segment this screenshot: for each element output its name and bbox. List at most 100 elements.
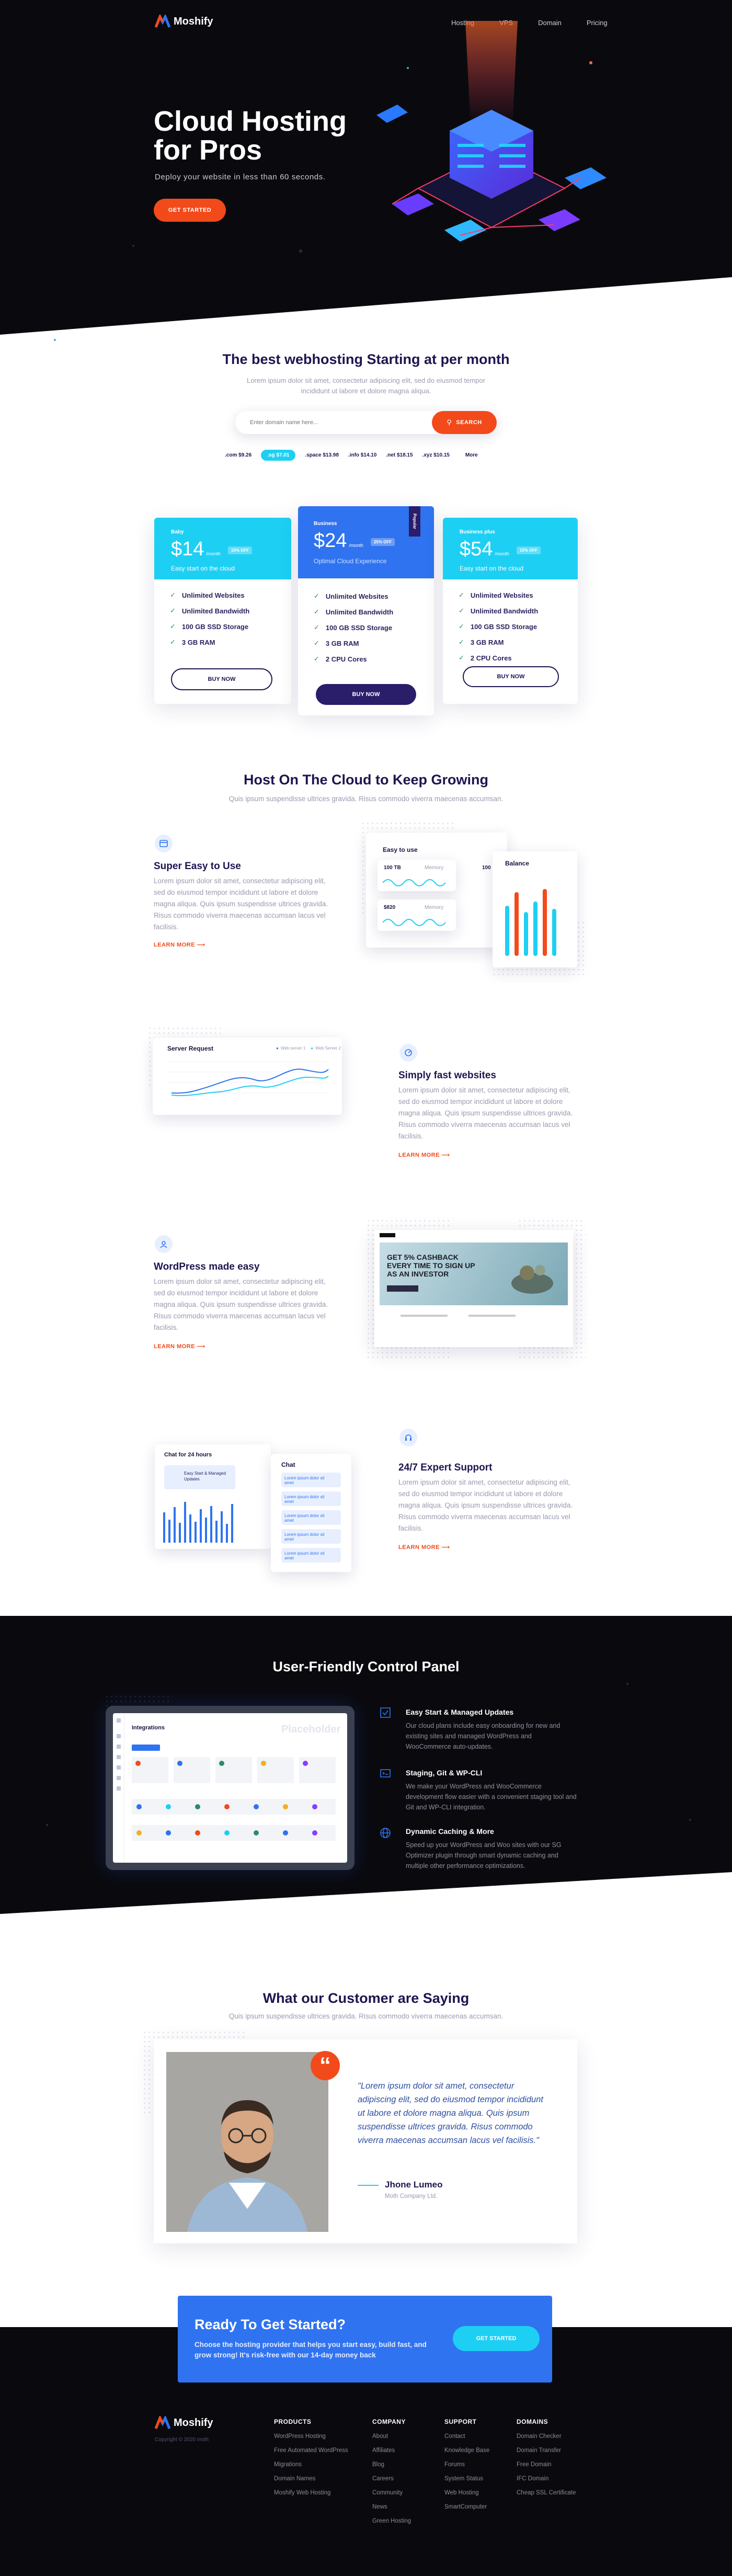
footer-col-heading: PRODUCTS xyxy=(274,2418,312,2425)
footer-link[interactable]: Affiliates xyxy=(372,2444,411,2458)
arrow-right-icon: ⟶ xyxy=(197,942,205,948)
chat-message: Lorem ipsum dolor sit amet xyxy=(281,1491,341,1506)
feature-item: ✓ 3 GB RAM xyxy=(459,638,562,646)
balance-title: Balance xyxy=(505,860,530,867)
chat-message: Lorem ipsum dolor sit amet xyxy=(281,1548,341,1563)
plan-price: $14 xyxy=(171,538,204,560)
tld-price-list: .com $9.26 .sg $7.01 .space $13.98 .info… xyxy=(225,450,478,461)
footer-col-company: COMPANY About Affiliates Blog Careers Co… xyxy=(372,2418,411,2528)
cp-item-title: Easy Start & Managed Updates xyxy=(406,1708,514,1716)
buy-now-button[interactable]: BUY NOW xyxy=(316,684,416,705)
memory-sparkline xyxy=(383,879,446,886)
footer-link[interactable]: Careers xyxy=(372,2472,411,2486)
learn-more-link[interactable]: LEARN MORE ⟶ xyxy=(154,1343,205,1350)
domain-section-title: The best webhosting Starting at per mont… xyxy=(222,351,510,367)
chat-title: Chat xyxy=(281,1461,295,1468)
dashboard-screen: Integrations Placeholder xyxy=(113,1713,347,1863)
memory-value: 100 TB xyxy=(384,865,401,871)
domain-search-button[interactable]: ⚲ SEARCH xyxy=(432,411,497,434)
plan-name: Business plus xyxy=(460,529,495,535)
learn-more-label: LEARN MORE xyxy=(398,1544,440,1551)
server-request-line-chart xyxy=(166,1061,329,1097)
footer-link[interactable]: System Status xyxy=(444,2472,489,2486)
legend-label-1: Web server 1 xyxy=(280,1046,306,1051)
footer-link[interactable]: SmartComputer xyxy=(444,2500,489,2514)
footer-link[interactable]: About xyxy=(372,2430,411,2444)
learn-more-label: LEARN MORE xyxy=(154,1343,195,1350)
footer-link[interactable]: Domain Names xyxy=(274,2472,348,2486)
tld-more[interactable]: More xyxy=(465,452,478,458)
discount-badge: 15% OFF xyxy=(516,546,541,554)
learn-more-link[interactable]: LEARN MORE ⟶ xyxy=(154,941,205,948)
footer-link[interactable]: Migrations xyxy=(274,2458,348,2472)
feature-item: ✓ Unlimited Bandwidth xyxy=(314,608,418,616)
quote-divider xyxy=(358,2185,379,2186)
check-icon: ✓ xyxy=(170,638,176,646)
check-icon: ✓ xyxy=(459,654,464,662)
chat-feature-card: Easy Start & Managed Updates xyxy=(164,1465,235,1489)
wordpress-site-mockup: GET 5% CASHBACK EVERY TIME TO SIGN UP AS… xyxy=(374,1230,573,1347)
footer-col-heading: DOMAINS xyxy=(517,2418,548,2425)
control-panel-title: User-Friendly Control Panel xyxy=(272,1659,460,1674)
footer-link[interactable]: Blog xyxy=(372,2458,411,2472)
tld-sg[interactable]: .sg $7.01 xyxy=(261,450,296,461)
growing-title: Host On The Cloud to Keep Growing xyxy=(244,772,488,788)
plan-name: Baby xyxy=(171,529,184,535)
footer-link[interactable]: Free Automated WordPress xyxy=(274,2444,348,2458)
feature-label: Unlimited Bandwidth xyxy=(470,607,539,615)
domain-desc-line1: Lorem ipsum dolor sit amet, consectetur … xyxy=(247,377,485,384)
buy-now-button[interactable]: BUY NOW xyxy=(463,666,559,687)
chart-legend: ● Web server 1 ● Web Server 2 xyxy=(276,1046,341,1051)
footer-link[interactable]: Forums xyxy=(444,2458,489,2472)
feature-item: ✓ Unlimited Websites xyxy=(170,591,276,599)
page: Moshify Hosting VPS Domain Pricing Cloud… xyxy=(0,0,732,2576)
feature-item: ✓ 100 GB SSD Storage xyxy=(314,623,418,632)
logo[interactable]: Moshify xyxy=(155,15,213,28)
footer-link[interactable]: WordPress Hosting xyxy=(274,2430,348,2444)
learn-more-link[interactable]: LEARN MORE ⟶ xyxy=(398,1152,450,1158)
domain-search-input[interactable] xyxy=(250,419,407,426)
footer-link[interactable]: Free Domain xyxy=(517,2458,576,2472)
learn-more-label: LEARN MORE xyxy=(154,942,195,948)
tld-info[interactable]: .info $14.10 xyxy=(348,452,376,458)
footer-link[interactable]: Domain Checker xyxy=(517,2430,576,2444)
footer-link[interactable]: Web Hosting xyxy=(444,2486,489,2500)
footer-link[interactable]: Knowledge Base xyxy=(444,2444,489,2458)
tld-space[interactable]: .space $13.98 xyxy=(305,452,339,458)
mockup-headline: GET 5% CASHBACK EVERY TIME TO SIGN UP AS… xyxy=(387,1253,475,1278)
footer-logo[interactable]: Moshify xyxy=(155,2416,213,2430)
footer-link[interactable]: IFC Domain xyxy=(517,2472,576,2486)
feature-label: 100 GB SSD Storage xyxy=(470,622,537,631)
footer-col-support: SUPPORT Contact Knowledge Base Forums Sy… xyxy=(444,2418,489,2514)
footer-link[interactable]: Contact xyxy=(444,2430,489,2444)
mockup-header xyxy=(374,1230,573,1240)
feature-label: Unlimited Bandwidth xyxy=(181,607,250,615)
hero-title-line1: Cloud Hosting xyxy=(154,106,347,137)
dashboard-title: Integrations xyxy=(132,1725,165,1731)
footer-link[interactable]: News xyxy=(372,2500,411,2514)
feature-title-support: 24/7 Expert Support xyxy=(398,1462,493,1473)
discount-badge: 15% OFF xyxy=(227,546,253,554)
footer-link[interactable]: Green Hosting xyxy=(372,2514,411,2528)
footer-link[interactable]: Cheap SSL Certificate xyxy=(517,2486,576,2500)
footer-link[interactable]: Moshify Web Hosting xyxy=(274,2486,348,2500)
hero-get-started-button[interactable]: GET STARTED xyxy=(154,199,226,222)
memory-value-3: 100 xyxy=(482,865,491,871)
tld-com[interactable]: .com $9.26 xyxy=(225,452,251,458)
check-icon: ✓ xyxy=(314,655,319,663)
learn-more-link[interactable]: LEARN MORE ⟶ xyxy=(398,1544,450,1551)
window-icon xyxy=(155,835,173,852)
feature-item: ✓ Unlimited Bandwidth xyxy=(459,607,562,615)
footer-link[interactable]: Community xyxy=(372,2486,411,2500)
search-button-label: SEARCH xyxy=(456,419,482,426)
chat-widget: Chat Lorem ipsum dolor sit amet Lorem ip… xyxy=(271,1454,351,1572)
tld-net[interactable]: .net $18.15 xyxy=(386,452,413,458)
cta-get-started-button[interactable]: GET STARTED xyxy=(453,2326,540,2351)
buy-now-button[interactable]: BUY NOW xyxy=(171,668,272,690)
dashboard-frame: Integrations Placeholder xyxy=(106,1706,354,1870)
tld-xyz[interactable]: .xyz $10.15 xyxy=(422,452,450,458)
plan-card-business-plus: Business plus $54 /month 15% OFF Easy st… xyxy=(443,518,578,704)
mockup-headline-2: EVERY TIME TO SIGN UP xyxy=(387,1261,475,1270)
footer-link[interactable]: Domain Transfer xyxy=(517,2444,576,2458)
dashboard-tab-active[interactable] xyxy=(132,1745,160,1751)
